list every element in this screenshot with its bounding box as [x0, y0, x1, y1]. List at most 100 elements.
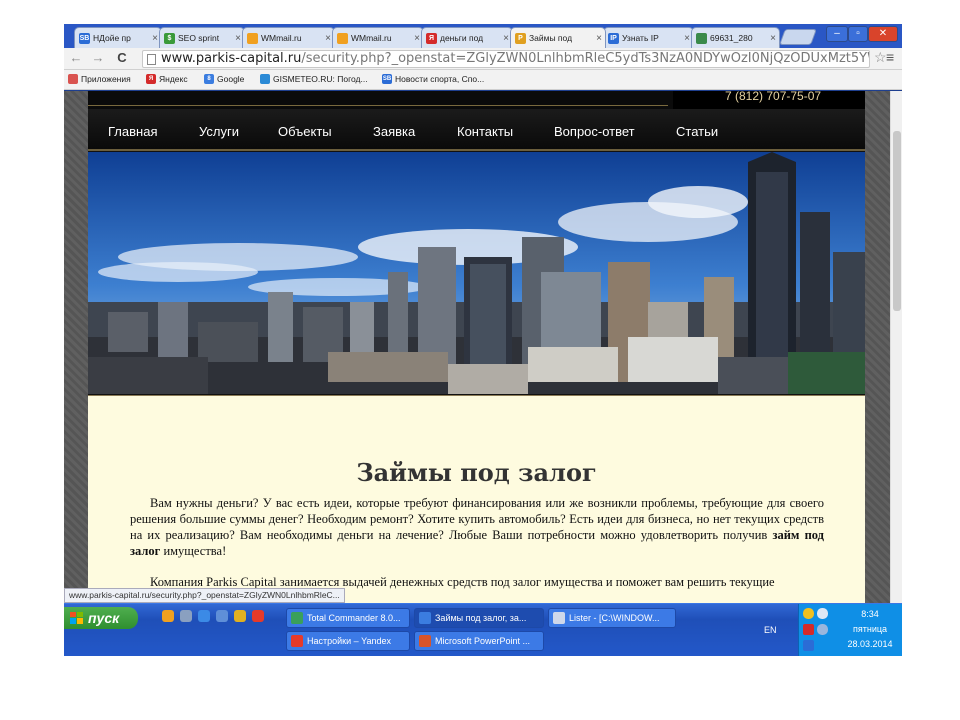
bookmark-favicon-icon: [260, 74, 270, 84]
reload-button[interactable]: C: [114, 50, 130, 66]
task-app-icon: [291, 635, 303, 647]
url-host: www.parkis-capital.ru: [161, 51, 302, 66]
maximize-button[interactable]: ▫: [848, 26, 868, 42]
bookmark-favicon-icon: 8: [204, 74, 214, 84]
tab-favicon-icon: Я: [426, 32, 437, 44]
address-bar[interactable]: www.parkis-capital.ru/security.php?_open…: [142, 50, 870, 68]
task-label: Microsoft PowerPoint ...: [435, 636, 531, 646]
browser-tab[interactable]: WMmail.ru ×: [332, 27, 424, 48]
status-url-tooltip: www.parkis-capital.ru/security.php?_open…: [64, 588, 345, 603]
browser-tab[interactable]: 69631_280 ×: [691, 27, 780, 48]
bookmark-item[interactable]: Я Яндекс: [146, 74, 188, 84]
taskbar-task-button[interactable]: Настройки – Yandex: [286, 631, 410, 651]
quicklaunch-ie-icon[interactable]: [198, 610, 210, 622]
back-button[interactable]: ←: [68, 50, 84, 66]
header-divider: [88, 105, 668, 106]
start-button[interactable]: пуск: [64, 607, 138, 629]
taskbar-task-button[interactable]: Lister - [C:\WINDOW...: [548, 608, 676, 628]
quicklaunch-yandex-icon[interactable]: [252, 610, 264, 622]
desktop-screen: SB НДойе пр × $ SEO sprint × WMmail.ru × WMmail.…: [64, 24, 902, 656]
tab-favicon-icon: $: [164, 32, 175, 44]
browser-tab[interactable]: WMmail.ru ×: [242, 27, 335, 48]
clock-time: 8:34: [861, 609, 879, 619]
system-tray: 8:34 пятница 28.03.2014: [798, 604, 902, 656]
bookmark-star-icon[interactable]: ☆: [874, 49, 887, 66]
tab-favicon-icon: P: [515, 32, 526, 44]
tab-label: WMmail.ru: [261, 33, 302, 43]
clock[interactable]: 8:34 пятница 28.03.2014: [839, 608, 901, 650]
tab-label: WMmail.ru: [351, 33, 392, 43]
task-app-icon: [553, 612, 565, 624]
tab-close-icon[interactable]: ×: [593, 33, 605, 44]
article-content: Займы под залог Вам нужны деньги? У вас …: [88, 395, 865, 603]
bookmark-label: GISMETEO.RU: Погод...: [273, 74, 368, 84]
nav-item-home[interactable]: Главная: [108, 124, 157, 139]
bookmark-favicon-icon: [68, 74, 78, 84]
article-paragraph-1: Вам нужны деньги? У вас есть идеи, котор…: [130, 495, 824, 559]
nav-item-faq[interactable]: Вопрос-ответ: [554, 124, 635, 139]
header-strip: 7 (812) 707-75-07: [88, 91, 865, 109]
tray-messenger-icon[interactable]: [803, 608, 814, 619]
page-title: Займы под залог: [356, 458, 597, 487]
task-app-icon: [419, 635, 431, 647]
browser-tab-strip: SB НДойе пр × $ SEO sprint × WMmail.ru × WMmail.…: [64, 24, 902, 48]
phone-number: 7 (812) 707-75-07: [673, 91, 865, 109]
taskbar-task-button[interactable]: Займы под залог, за...: [414, 608, 544, 628]
tray-volume-icon[interactable]: [817, 608, 828, 619]
close-window-button[interactable]: ✕: [868, 26, 898, 42]
task-label: Lister - [C:\WINDOW...: [569, 613, 660, 623]
minimize-button[interactable]: –: [826, 26, 848, 42]
tray-app-icon[interactable]: [803, 640, 814, 651]
tab-favicon-icon: [696, 32, 707, 44]
quicklaunch-icon-1[interactable]: [162, 610, 174, 622]
quicklaunch-icon-2[interactable]: [180, 610, 192, 622]
bookmark-label: Google: [217, 74, 245, 84]
bookmark-favicon-icon: SB: [382, 74, 392, 84]
start-label: пуск: [88, 610, 120, 626]
tab-label: НДойе пр: [93, 33, 131, 43]
page-scrollbar[interactable]: [890, 91, 902, 603]
language-indicator[interactable]: EN: [764, 625, 777, 635]
tab-favicon-icon: SB: [79, 32, 90, 44]
nav-item-contacts[interactable]: Контакты: [457, 124, 513, 139]
bookmark-label: Новости спорта, Спо...: [395, 74, 485, 84]
nav-item-request[interactable]: Заявка: [373, 124, 415, 139]
taskbar-task-button[interactable]: Microsoft PowerPoint ...: [414, 631, 544, 651]
clock-weekday: пятница: [852, 624, 888, 634]
tab-close-icon[interactable]: ×: [767, 33, 779, 44]
browser-tab[interactable]: Яденьги под ×: [421, 27, 513, 48]
taskbar-task-button[interactable]: Total Commander 8.0...: [286, 608, 410, 628]
bookmark-item[interactable]: GISMETEO.RU: Погод...: [260, 74, 368, 84]
new-tab-button[interactable]: [779, 29, 817, 45]
nav-item-objects[interactable]: Объекты: [278, 124, 332, 139]
bookmark-label: Яндекс: [159, 74, 188, 84]
windows-logo-icon: [70, 612, 83, 624]
bookmark-item[interactable]: SB Новости спорта, Спо...: [382, 74, 484, 84]
browser-tab[interactable]: IP Узнать IP ×: [603, 27, 694, 48]
task-label: Total Commander 8.0...: [307, 613, 401, 623]
browser-tab[interactable]: P Займы под ×: [510, 27, 606, 48]
task-app-icon: [291, 612, 303, 624]
nav-item-articles[interactable]: Статьи: [676, 124, 718, 139]
clock-date: 28.03.2014: [847, 639, 893, 649]
browser-tab[interactable]: SB НДойе пр ×: [74, 27, 162, 48]
tray-kaspersky-icon[interactable]: [803, 624, 814, 635]
tray-network-icon[interactable]: [817, 624, 828, 635]
browser-toolbar: ← → C www.parkis-capital.ru/security.php…: [64, 48, 902, 70]
menu-icon[interactable]: ≡: [886, 49, 894, 65]
quicklaunch-chrome-icon[interactable]: [234, 610, 246, 622]
bookmark-label: Приложения: [81, 74, 131, 84]
site-container: 7 (812) 707-75-07 Главная Услуги Объекты…: [88, 91, 865, 603]
windows-taskbar: пуск Total Commander 8.0... Займы под зал…: [64, 603, 902, 656]
bookmark-item[interactable]: 8 Google: [204, 74, 244, 84]
forward-button[interactable]: →: [90, 50, 106, 66]
scrollbar-thumb[interactable]: [893, 131, 901, 311]
task-app-icon: [419, 612, 431, 624]
nav-item-services[interactable]: Услуги: [199, 124, 239, 139]
browser-tab[interactable]: $ SEO sprint ×: [159, 27, 245, 48]
quicklaunch-desktop-icon[interactable]: [216, 610, 228, 622]
tab-label: 69631_280: [710, 33, 753, 43]
bookmark-item[interactable]: Приложения: [68, 74, 131, 84]
tab-favicon-icon: [337, 32, 348, 44]
paragraph-1-end: имущества!: [160, 544, 227, 558]
